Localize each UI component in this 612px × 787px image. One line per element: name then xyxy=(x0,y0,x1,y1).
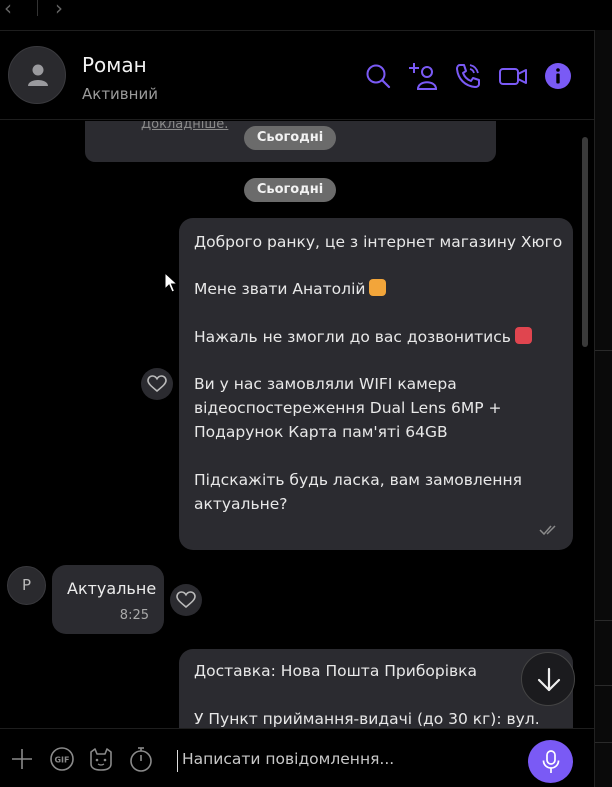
text-caret xyxy=(177,750,178,772)
message-text-line: Ви у нас замовляли WIFI камера xyxy=(194,375,457,393)
chat-header: Роман Активний xyxy=(0,30,594,120)
side-divider xyxy=(595,620,612,621)
message-text-line: Доброго ранку, це з інтернет магазину Хю… xyxy=(194,233,563,251)
arrow-down-icon xyxy=(537,667,561,692)
gif-icon[interactable]: GIF xyxy=(49,746,75,772)
mouse-cursor-icon xyxy=(164,272,178,293)
search-icon[interactable] xyxy=(363,61,393,91)
top-nav: ‹ › xyxy=(0,0,612,30)
raising-hand-emoji-icon xyxy=(369,279,387,296)
heart-icon xyxy=(176,591,196,609)
message-text-line: актуальне? xyxy=(194,495,288,513)
incoming-message[interactable]: Актуальне 8:25 xyxy=(52,565,164,634)
back-arrow-icon[interactable]: ‹ xyxy=(4,0,26,18)
side-divider xyxy=(595,350,612,351)
heart-icon xyxy=(147,375,167,393)
telephone-emoji-icon xyxy=(514,327,532,344)
read-receipt-icon xyxy=(539,525,556,536)
like-button[interactable] xyxy=(170,584,202,616)
side-divider xyxy=(595,742,612,743)
sticker-icon[interactable] xyxy=(88,746,114,772)
nav-divider xyxy=(37,0,38,16)
outgoing-message[interactable]: Доставка: Нова Пошта Приборівка У Пункт … xyxy=(179,649,573,728)
phone-icon[interactable] xyxy=(453,61,483,91)
message-text: Актуальне xyxy=(67,579,157,598)
add-participant-icon[interactable] xyxy=(408,61,438,91)
like-button[interactable] xyxy=(141,368,173,400)
message-list[interactable]: Докладніше. Сьогодні Сьогодні Доброго ра… xyxy=(0,121,594,728)
scrollbar-thumb[interactable] xyxy=(582,137,588,347)
message-text-line-label: Мене звати Анатолій xyxy=(194,280,366,298)
message-composer: GIF xyxy=(0,728,594,787)
sender-avatar[interactable]: Р xyxy=(7,566,46,605)
message-time: 8:25 xyxy=(119,608,149,623)
message-text-line: Нажаль не змогли до вас дозвонитись xyxy=(194,327,532,346)
forward-arrow-icon[interactable]: › xyxy=(55,0,77,18)
message-text-line: Підскажіть будь ласка, вам замовлення xyxy=(194,471,522,489)
plus-icon[interactable] xyxy=(9,746,35,772)
message-text-line: відеоспостереження Dual Lens 6MP + xyxy=(194,399,502,417)
message-text-line-label: Нажаль не змогли до вас дозвонитись xyxy=(194,328,511,346)
message-text-line: У Пункт приймання-видачі (до 30 кг): вул… xyxy=(194,710,540,728)
svg-text:GIF: GIF xyxy=(54,756,69,765)
message-text-line: Мене звати Анатолій xyxy=(194,279,387,298)
contact-name[interactable]: Роман xyxy=(82,53,147,77)
contact-avatar[interactable] xyxy=(8,46,66,104)
message-text-line: Доставка: Нова Пошта Приборівка xyxy=(194,662,478,680)
outgoing-message[interactable]: Доброго ранку, це з інтернет магазину Хю… xyxy=(179,218,573,550)
side-panel-edge xyxy=(594,30,612,787)
contact-status: Активний xyxy=(82,85,158,103)
info-icon[interactable] xyxy=(543,61,573,91)
date-pill: Сьогодні xyxy=(244,178,336,202)
side-divider xyxy=(595,685,612,686)
message-text-line: Подарунок Карта пам'яті 64GB xyxy=(194,423,448,441)
scroll-to-bottom-button[interactable] xyxy=(521,652,575,706)
video-call-icon[interactable] xyxy=(498,61,528,91)
message-input[interactable] xyxy=(182,745,512,773)
date-pill: Сьогодні xyxy=(244,126,336,150)
person-icon xyxy=(28,64,48,86)
details-link[interactable]: Докладніше. xyxy=(141,121,228,132)
microphone-icon xyxy=(542,750,560,773)
voice-message-button[interactable] xyxy=(528,740,573,783)
timer-icon[interactable] xyxy=(128,746,154,772)
